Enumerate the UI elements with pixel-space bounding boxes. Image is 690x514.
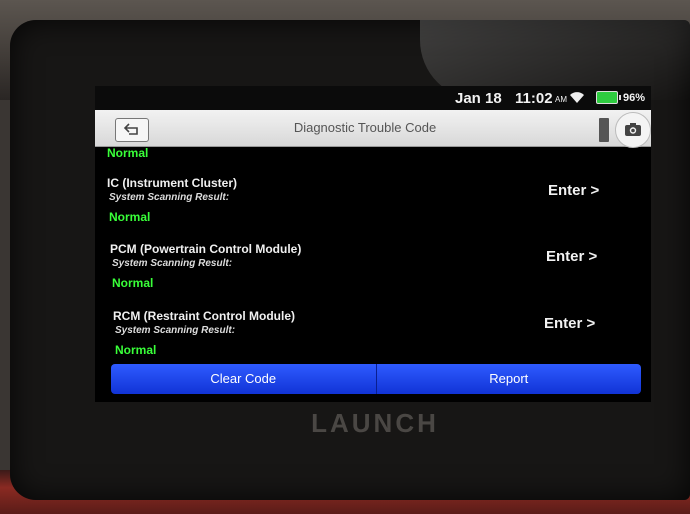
status-time: 11:02 [515, 90, 553, 107]
module-status: Normal [115, 343, 157, 357]
wifi-icon [570, 92, 584, 103]
status-bar: Jan 18 11:02 AM 96% [95, 86, 651, 110]
module-status: Normal [109, 210, 151, 224]
battery-icon [596, 91, 621, 104]
enter-button[interactable]: Enter > [544, 315, 595, 332]
camera-icon [625, 123, 641, 136]
screen: Jan 18 11:02 AM 96% Diagnostic Trouble C… [95, 86, 651, 402]
device-brand: LAUNCH [311, 408, 439, 438]
module-name: IC (Instrument Cluster) [107, 176, 238, 190]
side-tab[interactable] [599, 118, 609, 142]
title-bar: Diagnostic Trouble Code [95, 110, 651, 148]
status-date: Jan 18 [455, 90, 502, 107]
module-list: Normal IC (Instrument Cluster) System Sc… [95, 146, 651, 366]
back-button[interactable] [115, 118, 149, 142]
status-ampm: AM [555, 95, 567, 104]
module-name: RCM (Restraint Control Module) [113, 309, 295, 323]
module-sub: System Scanning Result: [115, 325, 236, 336]
screenshot-button[interactable] [615, 112, 651, 148]
module-status: Normal [112, 276, 154, 290]
back-icon [123, 123, 138, 135]
battery-percent: 96% [623, 92, 646, 104]
enter-button[interactable]: Enter > [546, 248, 597, 265]
module-sub: System Scanning Result: [112, 258, 233, 269]
report-button[interactable]: Report [375, 364, 641, 394]
module-name: PCM (Powertrain Control Module) [110, 242, 302, 256]
module-sub: System Scanning Result: [109, 192, 230, 203]
module-status: Normal [107, 146, 149, 160]
list-item: IC (Instrument Cluster) System Scanning … [107, 176, 647, 242]
clear-code-button[interactable]: Clear Code [111, 364, 376, 394]
enter-button[interactable]: Enter > [548, 182, 599, 199]
page-title: Diagnostic Trouble Code [293, 120, 437, 135]
action-bar: Clear Code Report [111, 364, 641, 394]
list-item: PCM (Powertrain Control Module) System S… [110, 242, 650, 308]
